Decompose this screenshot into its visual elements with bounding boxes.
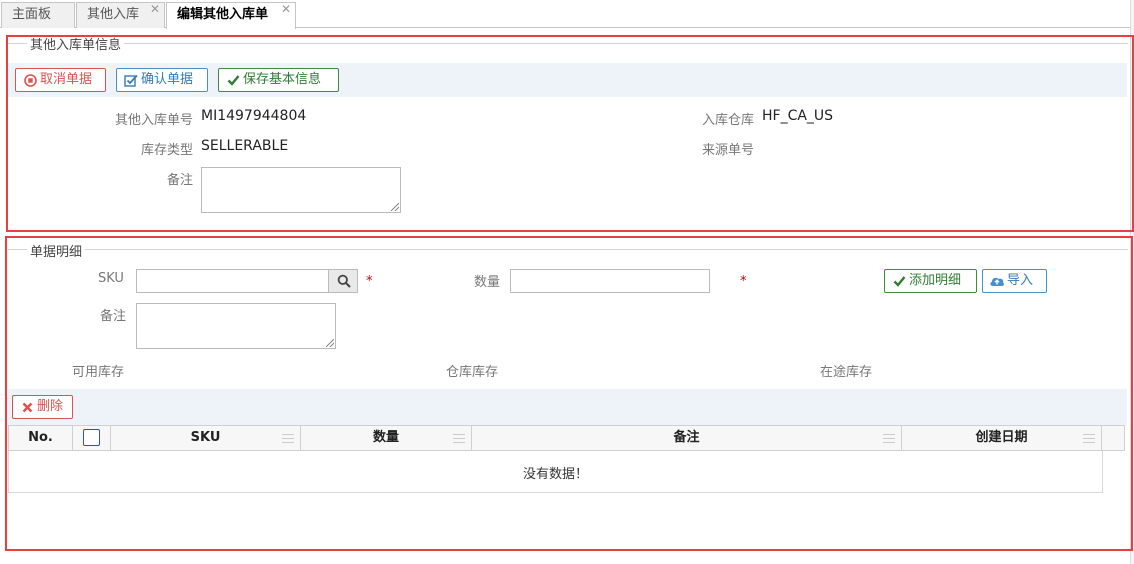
- tab-label: 主面板: [12, 7, 52, 22]
- highlight-box-info: [6, 35, 1134, 232]
- tab-other-inbound[interactable]: 其他入库 ✕: [76, 2, 165, 28]
- tab-edit-other-inbound[interactable]: 编辑其他入库单 ✕: [166, 2, 296, 29]
- tab-dashboard[interactable]: 主面板: [1, 2, 75, 28]
- close-icon[interactable]: ✕: [150, 0, 160, 21]
- tab-label: 其他入库: [87, 7, 140, 22]
- tab-bar: 主面板 其他入库 ✕ 编辑其他入库单 ✕: [0, 0, 1134, 29]
- tab-label: 编辑其他入库单: [177, 7, 269, 22]
- highlight-box-detail: [5, 236, 1133, 551]
- close-icon[interactable]: ✕: [281, 0, 291, 21]
